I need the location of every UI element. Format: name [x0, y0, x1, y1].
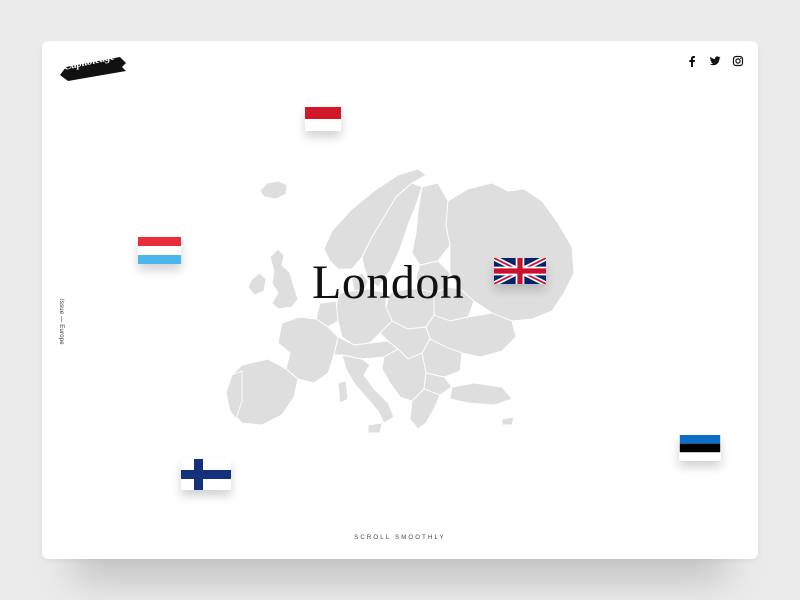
map-ireland — [247, 272, 267, 296]
flag-united-kingdom[interactable] — [494, 258, 546, 284]
issue-label: Issue — Europe — [54, 299, 66, 359]
social-links — [686, 55, 744, 67]
indonesia-flag-icon — [305, 107, 341, 131]
flag-estonia[interactable] — [679, 435, 721, 461]
map-great-britain — [269, 248, 299, 310]
map-iceland — [259, 180, 288, 200]
estonia-flag-icon — [679, 435, 721, 461]
facebook-icon[interactable] — [686, 55, 698, 67]
map-sicily — [367, 422, 383, 434]
instagram-icon[interactable] — [732, 55, 744, 67]
twitter-icon[interactable] — [709, 55, 721, 67]
map-cyprus — [501, 416, 515, 426]
map-turkey — [449, 382, 513, 406]
uk-flag-icon — [494, 258, 546, 284]
issue-label-text: Issue — Europe — [58, 299, 64, 345]
finland-flag-icon — [181, 459, 231, 490]
flag-luxembourg[interactable] — [138, 237, 181, 264]
scroll-hint: SCROLL SMOOTHLY — [354, 535, 446, 541]
map-sardinia — [337, 380, 349, 404]
page-card: Capitoledge Issue — Europe London SCROLL… — [42, 41, 758, 559]
city-title: London — [312, 256, 465, 309]
luxembourg-flag-icon — [138, 237, 181, 264]
flag-finland[interactable] — [181, 459, 231, 490]
brand-logo[interactable]: Capitoledge — [58, 50, 128, 83]
flag-indonesia[interactable] — [305, 107, 341, 131]
